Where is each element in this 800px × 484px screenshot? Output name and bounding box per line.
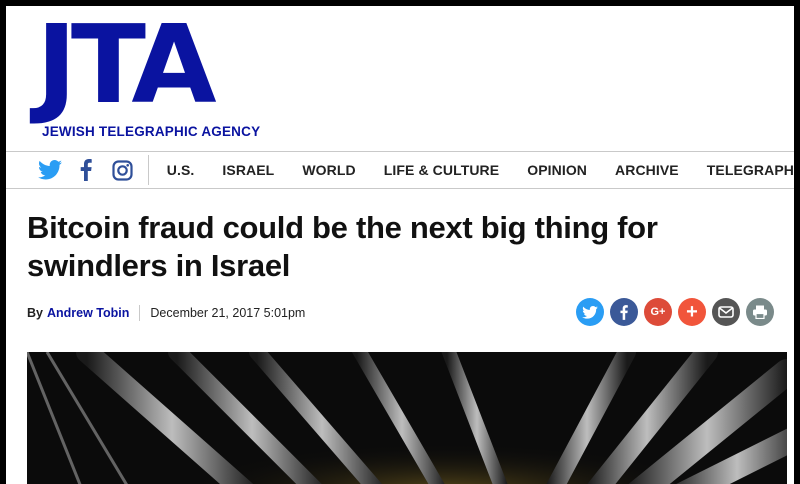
social-links [6,156,148,184]
share-facebook-icon[interactable] [610,298,638,326]
byline-prefix: By [27,306,43,320]
byline: By Andrew Tobin December 21, 2017 5:01pm [27,304,305,322]
nav-item-world[interactable]: WORLD [302,162,355,178]
nav-item-us[interactable]: U.S. [167,162,195,178]
publish-date: December 21, 2017 5:01pm [150,306,306,320]
masthead: JTA JEWISH TELEGRAPHIC AGENCY [36,12,260,140]
share-twitter-icon[interactable] [576,298,604,326]
nav-item-archive[interactable]: ARCHIVE [615,162,679,178]
twitter-icon[interactable] [32,156,68,184]
author-link[interactable]: Andrew Tobin [47,306,129,320]
site-logo[interactable]: JTA [36,12,217,120]
site-tagline: JEWISH TELEGRAPHIC AGENCY [42,124,261,139]
nav-item-israel[interactable]: ISRAEL [222,162,274,178]
plus-glyph: + [686,301,698,323]
instagram-icon[interactable] [104,156,140,184]
share-print-icon[interactable] [746,298,774,326]
hero-photo [27,352,787,484]
share-googleplus-icon[interactable]: G+ [644,298,672,326]
article-hero-image [27,352,787,484]
share-bar: G+ + [576,298,774,326]
share-more-icon[interactable]: + [678,298,706,326]
nav-links: U.S. ISRAEL WORLD LIFE & CULTURE OPINION… [149,162,794,178]
page-frame: JTA JEWISH TELEGRAPHIC AGENCY U.S. ISRAE… [6,6,794,484]
googleplus-glyph: G+ [650,306,666,318]
article-headline: Bitcoin fraud could be the next big thin… [27,210,658,283]
nav-item-telegraph[interactable]: TELEGRAPH [707,162,794,178]
share-email-icon[interactable] [712,298,740,326]
nav-item-opinion[interactable]: OPINION [527,162,587,178]
byline-divider [139,305,141,321]
facebook-icon[interactable] [68,156,104,184]
main-nav: U.S. ISRAEL WORLD LIFE & CULTURE OPINION… [6,151,794,189]
nav-item-life-culture[interactable]: LIFE & CULTURE [384,162,499,178]
